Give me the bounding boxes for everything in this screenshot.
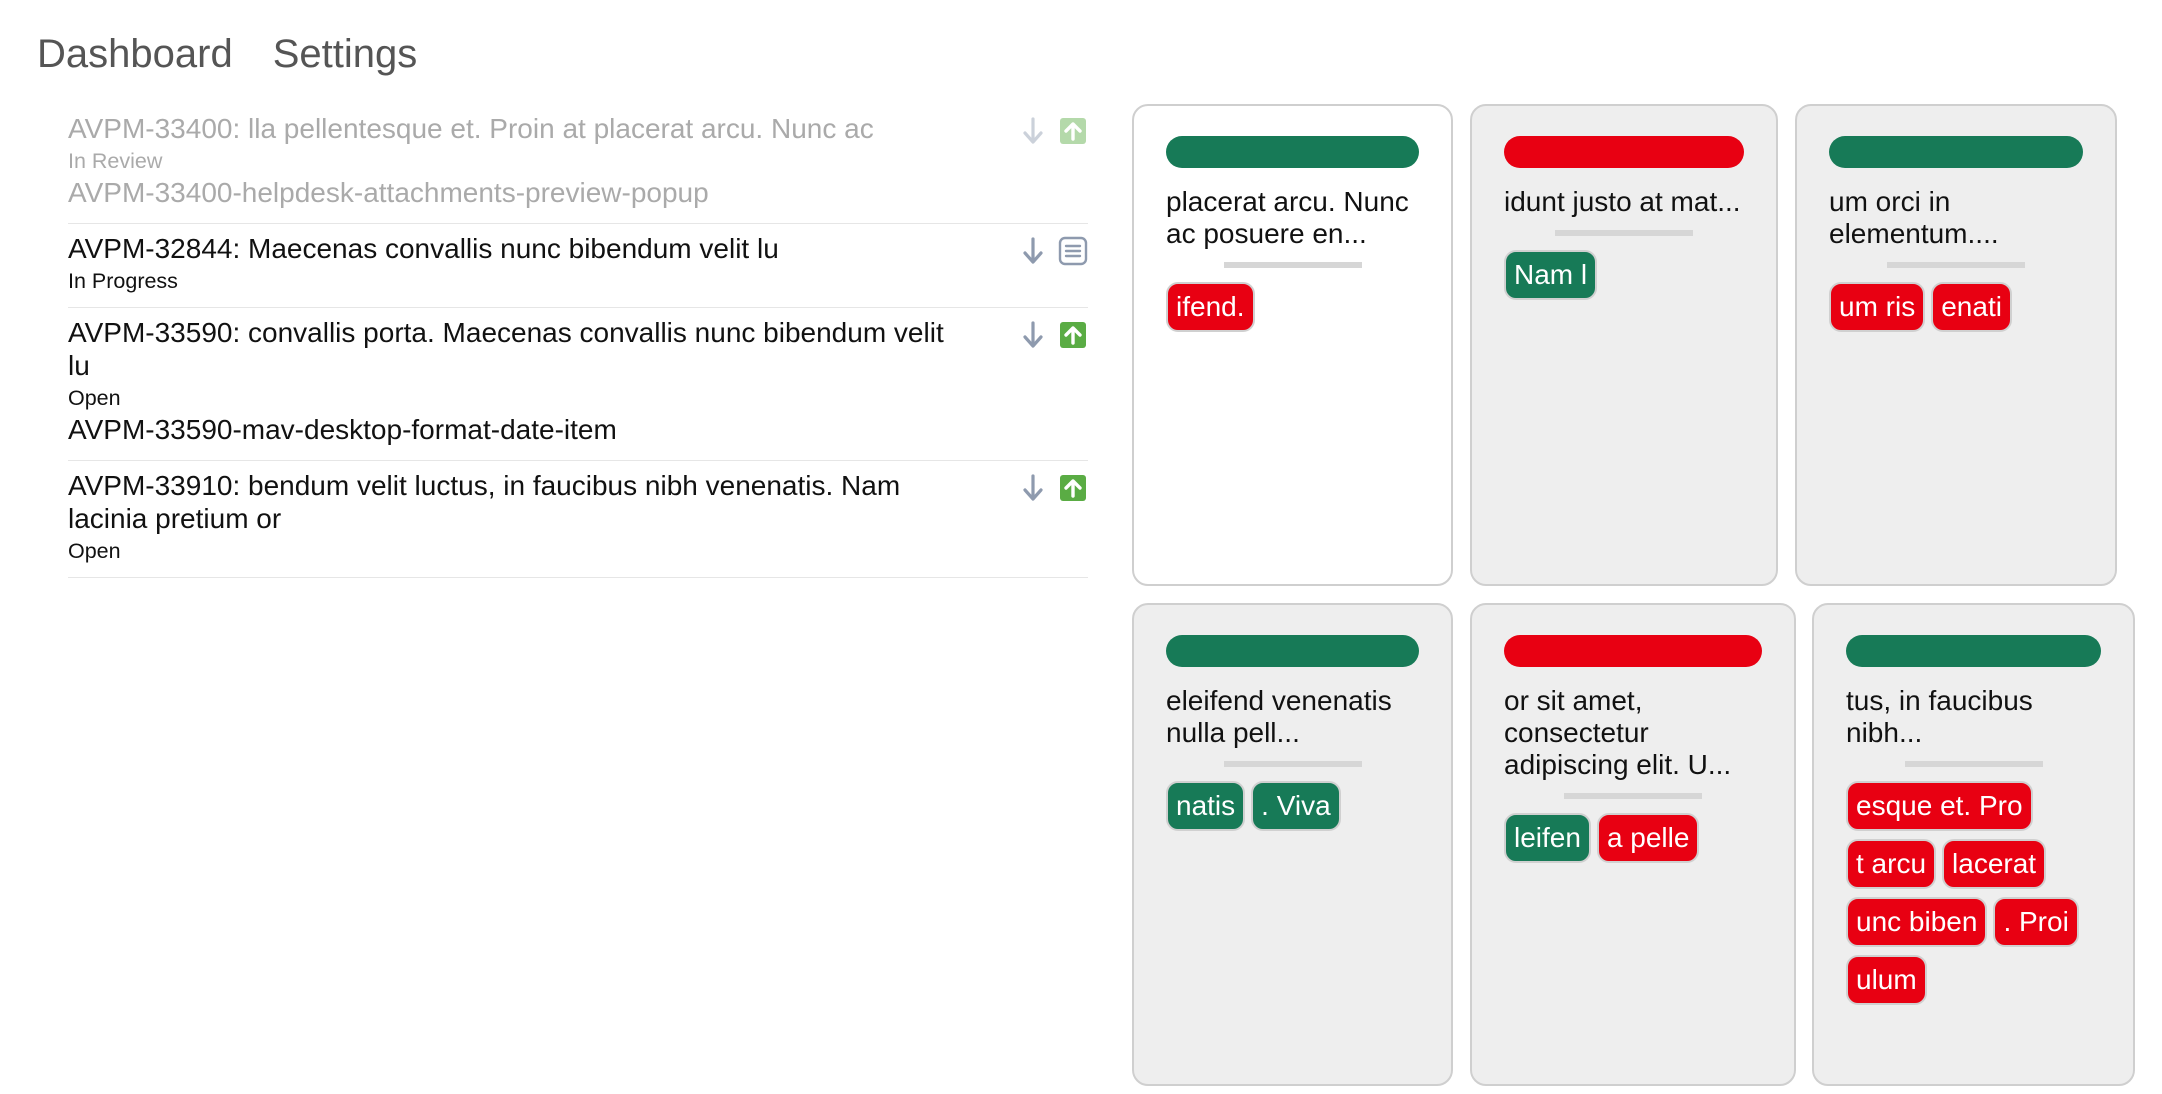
list-item[interactable]: AVPM-33400: lla pellentesque et. Proin a… xyxy=(68,104,1088,224)
issue-status: Open xyxy=(68,386,121,410)
board-card[interactable]: idunt justo at mat... Nam l xyxy=(1470,104,1778,586)
card-divider xyxy=(1223,761,1362,767)
card-tags: Nam l xyxy=(1504,250,1744,300)
issue-branch: AVPM-33400-helpdesk-attachments-preview-… xyxy=(68,177,709,208)
card-tag[interactable]: t arcu xyxy=(1846,839,1937,889)
nav-dashboard[interactable]: Dashboard xyxy=(37,28,233,80)
card-text: um orci in elementum.... xyxy=(1829,186,1999,249)
card-divider xyxy=(1555,230,1693,236)
board-card[interactable]: tus, in faucibus nibh... esque et. Pro t a… xyxy=(1812,603,2135,1086)
card-text: placerat arcu. Nunc ac posuere en... xyxy=(1166,186,1409,249)
card-tag[interactable]: unc biben xyxy=(1846,897,1988,947)
card-status-bar xyxy=(1846,635,2101,667)
card-status-bar xyxy=(1829,136,2083,168)
list-icon[interactable] xyxy=(1058,236,1088,266)
card-text: eleifend venenatis nulla pell... xyxy=(1166,685,1392,748)
list-item[interactable]: AVPM-33590: convallis porta. Maecenas co… xyxy=(68,308,1088,461)
upload-icon[interactable] xyxy=(1058,116,1088,146)
list-item[interactable]: AVPM-32844: Maecenas convallis nunc bibe… xyxy=(68,224,1088,308)
issue-actions xyxy=(1018,320,1088,350)
card-tags: ifend. xyxy=(1166,282,1419,332)
card-tag[interactable]: ifend. xyxy=(1166,282,1255,332)
issue-branch: AVPM-33590-mav-desktop-format-date-item xyxy=(68,414,617,445)
issue-status: In Review xyxy=(68,149,163,173)
nav-settings[interactable]: Settings xyxy=(273,28,418,80)
list-item[interactable]: AVPM-33910: bendum velit luctus, in fauc… xyxy=(68,461,1088,578)
upload-icon[interactable] xyxy=(1058,473,1088,503)
card-tag[interactable]: a pelle xyxy=(1596,813,1700,863)
board-card[interactable]: placerat arcu. Nunc ac posuere en... ifen… xyxy=(1132,104,1453,586)
issue-actions xyxy=(1018,236,1088,266)
issue-list: AVPM-33400: lla pellentesque et. Proin a… xyxy=(68,104,1088,578)
card-divider xyxy=(1887,262,2025,268)
card-tag[interactable]: enati xyxy=(1931,282,2012,332)
card-text: idunt justo at mat... xyxy=(1504,186,1741,217)
card-tags: um ris enati xyxy=(1829,282,2083,332)
issue-title[interactable]: AVPM-33910: bendum velit luctus, in fauc… xyxy=(68,469,1088,535)
card-status-bar xyxy=(1504,635,1762,667)
card-tag[interactable]: . Viva xyxy=(1251,781,1341,831)
card-tag[interactable]: leifen xyxy=(1504,813,1591,863)
issue-title[interactable]: AVPM-32844: Maecenas convallis nunc bibe… xyxy=(68,232,1088,265)
card-tags: esque et. Pro t arcu lacerat unc biben. Pro… xyxy=(1846,781,2101,1005)
card-divider xyxy=(1223,262,1362,268)
upload-icon[interactable] xyxy=(1058,320,1088,350)
issue-actions xyxy=(1018,116,1088,146)
card-status-bar xyxy=(1166,136,1419,168)
issue-title[interactable]: AVPM-33590: convallis porta. Maecenas co… xyxy=(68,316,1088,382)
card-tag[interactable]: um ris xyxy=(1829,282,1926,332)
arrow-down-icon[interactable] xyxy=(1018,320,1048,350)
arrow-down-icon[interactable] xyxy=(1018,116,1048,146)
card-text: tus, in faucibus nibh... xyxy=(1846,685,2033,748)
card-tag[interactable]: . Proi xyxy=(1993,897,2079,947)
card-tag[interactable]: esque et. Pro xyxy=(1846,781,2033,831)
card-tag[interactable]: lacerat xyxy=(1942,839,2047,889)
card-text: or sit amet, consectetur adipiscing elit… xyxy=(1504,685,1732,780)
board-card[interactable]: eleifend venenatis nulla pell... natis. V… xyxy=(1132,603,1453,1086)
top-nav: Dashboard Settings xyxy=(37,28,417,80)
card-tags: leifen a pelle xyxy=(1504,813,1762,863)
card-divider xyxy=(1904,761,2043,767)
card-status-bar xyxy=(1166,635,1419,667)
issue-title[interactable]: AVPM-33400: lla pellentesque et. Proin a… xyxy=(68,112,1088,145)
card-tags: natis. Viva xyxy=(1166,781,1419,831)
issue-status: In Progress xyxy=(68,269,178,293)
card-divider xyxy=(1564,793,1702,799)
board-card[interactable]: or sit amet, consectetur adipiscing elit… xyxy=(1470,603,1796,1086)
issue-actions xyxy=(1018,473,1088,503)
issue-status: Open xyxy=(68,539,121,563)
card-status-bar xyxy=(1504,136,1744,168)
arrow-down-icon[interactable] xyxy=(1018,236,1048,266)
arrow-down-icon[interactable] xyxy=(1018,473,1048,503)
card-tag[interactable]: ulum xyxy=(1846,955,1927,1005)
board-card[interactable]: um orci in elementum.... um ris enati xyxy=(1795,104,2117,586)
card-tag[interactable]: natis xyxy=(1166,781,1246,831)
card-tag[interactable]: Nam l xyxy=(1504,250,1598,300)
